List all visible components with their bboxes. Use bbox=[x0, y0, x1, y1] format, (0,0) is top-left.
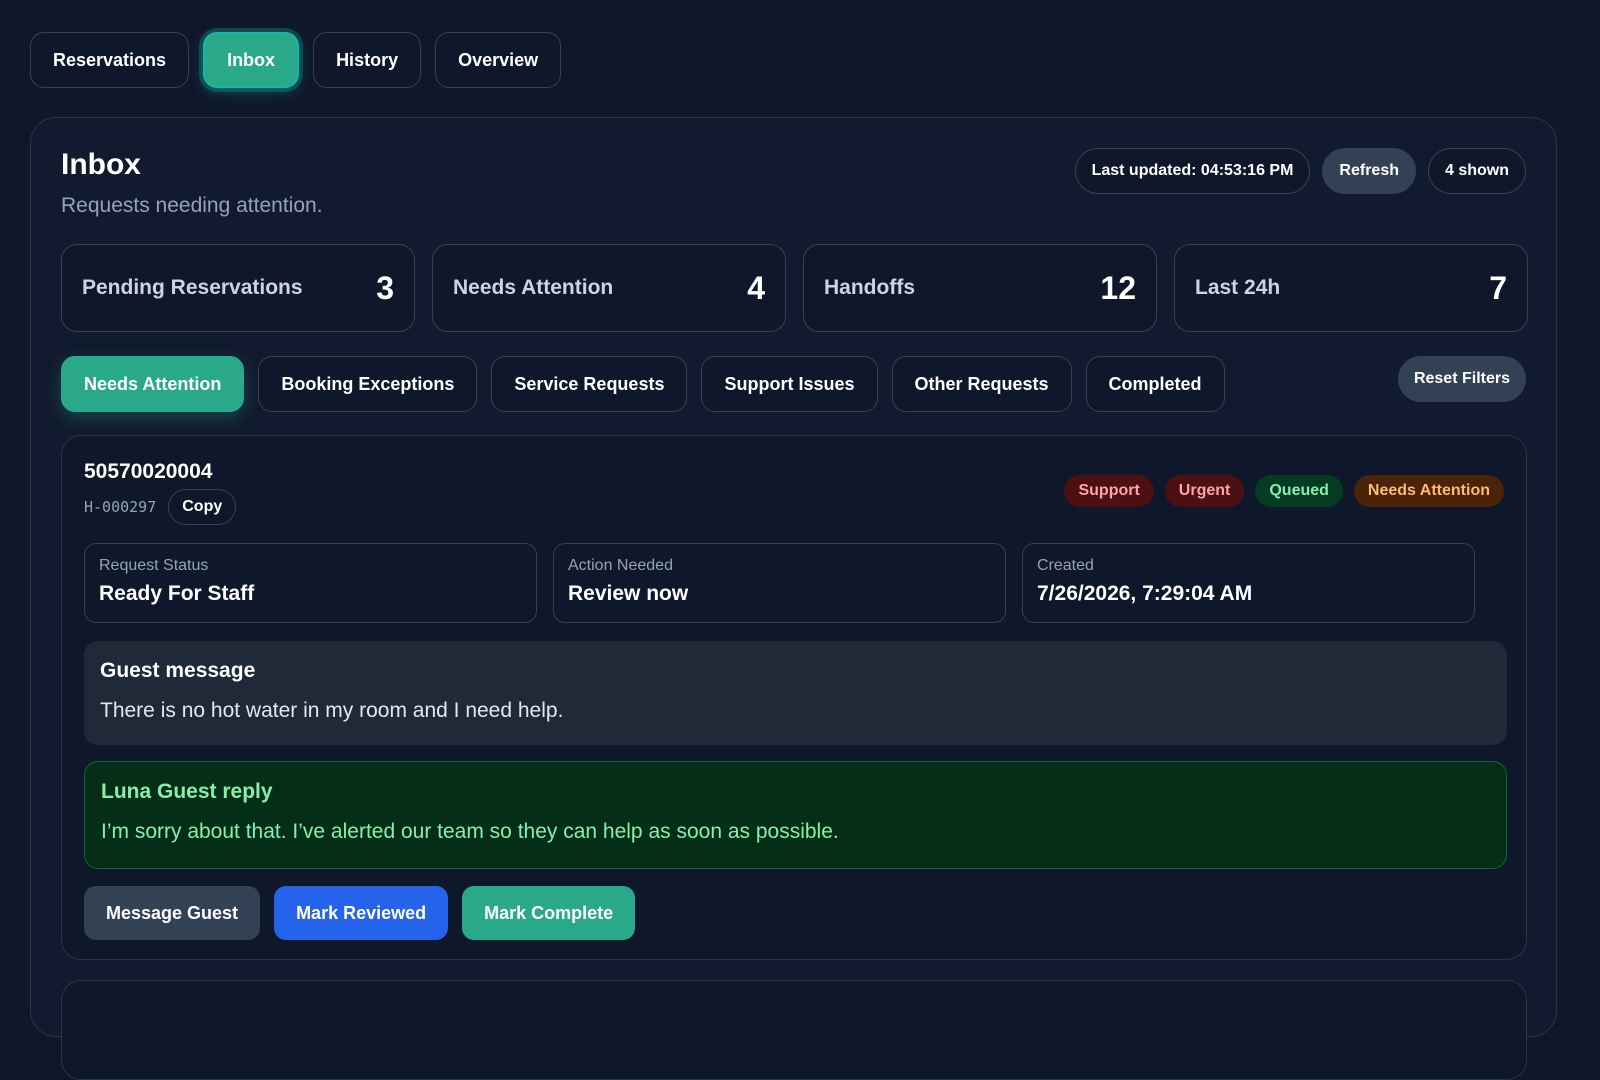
luna-reply-box: Luna Guest reply I’m sorry about that. I… bbox=[84, 761, 1507, 869]
next-request-card bbox=[61, 980, 1527, 1080]
last-updated-badge: Last updated: 04:53:16 PM bbox=[1074, 148, 1311, 194]
tag-urgent: Urgent bbox=[1164, 475, 1245, 507]
filter-other-requests[interactable]: Other Requests bbox=[891, 356, 1072, 412]
guest-message-text: There is no hot water in my room and I n… bbox=[100, 699, 564, 722]
refresh-button[interactable]: Refresh bbox=[1322, 148, 1416, 194]
page-subtitle: Requests needing attention. bbox=[61, 194, 323, 217]
tag-support: Support bbox=[1064, 475, 1154, 507]
tag-queued: Queued bbox=[1255, 475, 1343, 507]
stat-value: 3 bbox=[376, 269, 394, 306]
stat-last-24h: Last 24h 7 bbox=[1174, 244, 1528, 332]
inbox-panel: Inbox Requests needing attention. Last u… bbox=[30, 117, 1557, 1080]
handoff-code-row: H-000297 Copy bbox=[84, 489, 237, 525]
tab-inbox[interactable]: Inbox bbox=[203, 32, 300, 88]
request-tags: Support Urgent Queued Needs Attention bbox=[1064, 475, 1504, 507]
copy-button[interactable]: Copy bbox=[168, 489, 237, 525]
header-controls: Last updated: 04:53:16 PM Refresh 4 show… bbox=[1074, 148, 1526, 194]
luna-reply-title: Luna Guest reply bbox=[101, 780, 273, 803]
main-nav: Reservations Inbox History Overview bbox=[30, 32, 562, 88]
info-value: Ready For Staff bbox=[99, 582, 255, 605]
info-label: Action Needed bbox=[568, 557, 673, 574]
request-card: 50570020004 H-000297 Copy Support Urgent… bbox=[61, 435, 1527, 960]
stat-pending-reservations: Pending Reservations 3 bbox=[61, 244, 415, 332]
action-needed-box: Action Needed Review now bbox=[553, 543, 1006, 623]
filter-booking-exceptions[interactable]: Booking Exceptions bbox=[258, 356, 478, 412]
tab-reservations[interactable]: Reservations bbox=[30, 32, 190, 88]
guest-message-title: Guest message bbox=[100, 659, 256, 682]
stat-label: Handoffs bbox=[824, 276, 915, 299]
info-label: Request Status bbox=[99, 557, 209, 574]
request-actions: Message Guest Mark Reviewed Mark Complet… bbox=[84, 886, 636, 940]
info-label: Created bbox=[1037, 557, 1094, 574]
request-info-row: Request Status Ready For Staff Action Ne… bbox=[84, 543, 1475, 623]
page-title: Inbox bbox=[61, 148, 141, 181]
stat-label: Last 24h bbox=[1195, 276, 1281, 299]
stats-row: Pending Reservations 3 Needs Attention 4… bbox=[61, 244, 1528, 332]
filter-support-issues[interactable]: Support Issues bbox=[701, 356, 878, 412]
filter-needs-attention[interactable]: Needs Attention bbox=[61, 356, 245, 412]
shown-count-badge: 4 shown bbox=[1427, 148, 1526, 194]
info-value: Review now bbox=[568, 582, 689, 605]
mark-reviewed-button[interactable]: Mark Reviewed bbox=[274, 886, 449, 940]
handoff-code: H-000297 bbox=[84, 498, 157, 516]
request-id: 50570020004 bbox=[84, 460, 213, 483]
tab-history[interactable]: History bbox=[313, 32, 422, 88]
stat-label: Needs Attention bbox=[453, 276, 614, 299]
created-box: Created 7/26/2026, 7:29:04 AM bbox=[1022, 543, 1475, 623]
luna-reply-text: I’m sorry about that. I’ve alerted our t… bbox=[101, 820, 839, 843]
stat-value: 4 bbox=[747, 269, 765, 306]
message-guest-button[interactable]: Message Guest bbox=[84, 886, 261, 940]
filter-completed[interactable]: Completed bbox=[1085, 356, 1225, 412]
stat-needs-attention: Needs Attention 4 bbox=[432, 244, 786, 332]
tab-overview[interactable]: Overview bbox=[435, 32, 562, 88]
stat-label: Pending Reservations bbox=[82, 276, 303, 299]
filter-service-requests[interactable]: Service Requests bbox=[491, 356, 688, 412]
stat-handoffs: Handoffs 12 bbox=[803, 244, 1157, 332]
stat-value: 7 bbox=[1489, 269, 1507, 306]
stat-value: 12 bbox=[1100, 269, 1136, 306]
info-value: 7/26/2026, 7:29:04 AM bbox=[1037, 582, 1253, 605]
mark-complete-button[interactable]: Mark Complete bbox=[462, 886, 636, 940]
reset-filters-button[interactable]: Reset Filters bbox=[1397, 356, 1526, 402]
filter-bar: Needs Attention Booking Exceptions Servi… bbox=[61, 356, 1225, 412]
guest-message-box: Guest message There is no hot water in m… bbox=[84, 641, 1507, 745]
tag-needs-attention: Needs Attention bbox=[1353, 475, 1504, 507]
request-status-box: Request Status Ready For Staff bbox=[84, 543, 537, 623]
